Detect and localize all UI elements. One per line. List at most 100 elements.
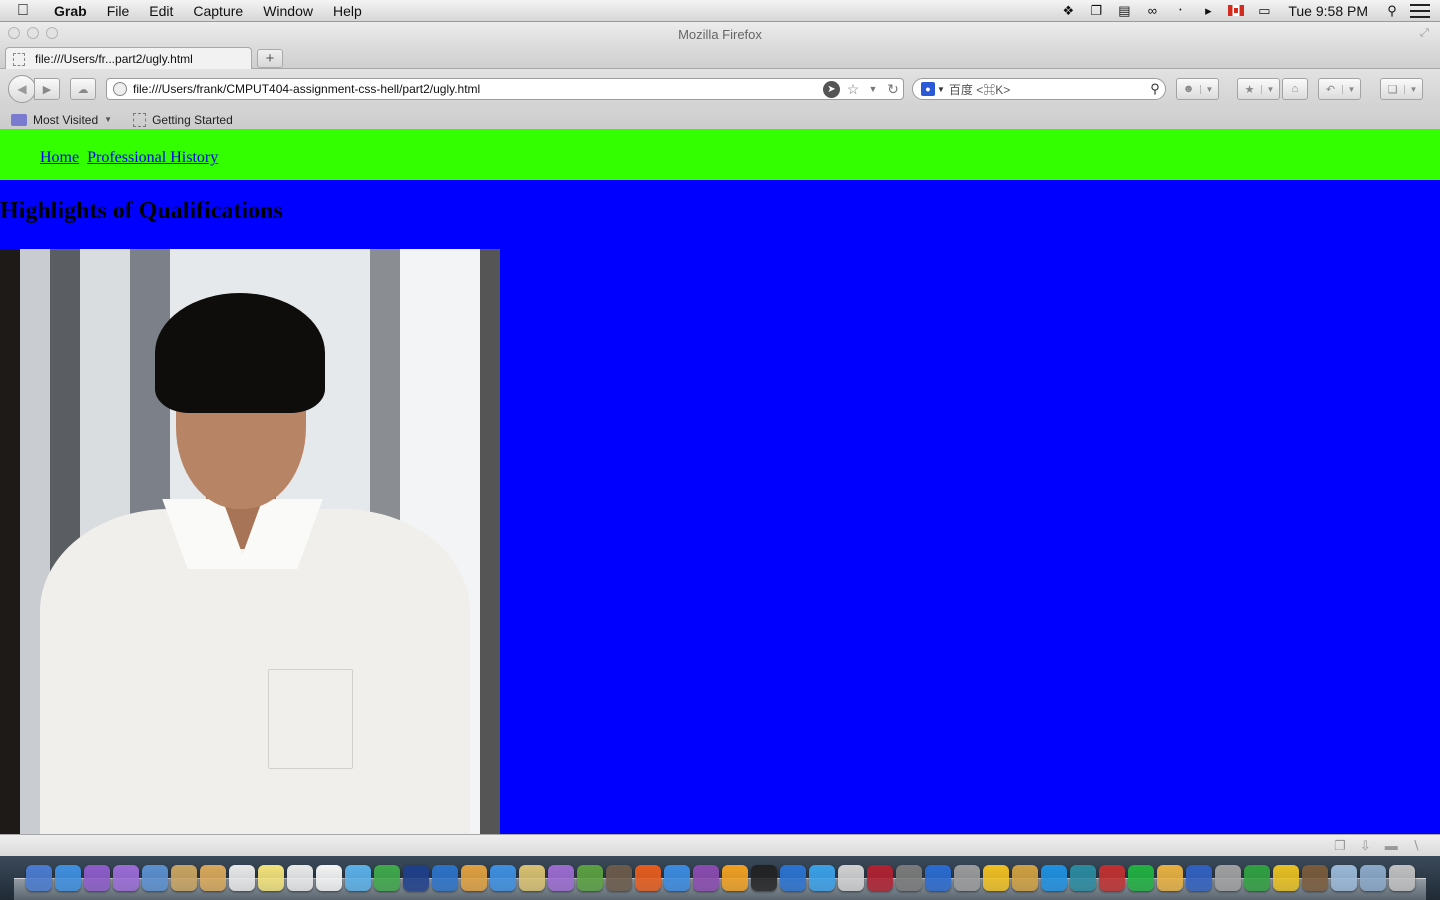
dock-app-icon[interactable] <box>1360 865 1386 891</box>
resize-grip-icon[interactable]: ∖ <box>1412 838 1420 854</box>
dock-app-icon[interactable] <box>258 865 284 891</box>
home-icon[interactable]: ⌂ <box>1282 78 1308 100</box>
download-icon[interactable]: ⇩ <box>1360 838 1371 854</box>
dock-app-icon[interactable] <box>519 865 545 891</box>
go-arrow-icon[interactable]: ➤ <box>823 80 840 98</box>
dock-app-icon[interactable] <box>1389 865 1415 891</box>
addon-button[interactable]: ☻ ▼ <box>1176 78 1219 100</box>
bookmarks-dropdown-icon[interactable]: ▼ <box>1261 84 1279 94</box>
window-copy-icon[interactable]: ❐ <box>1085 0 1107 22</box>
undo-close-button[interactable]: ↶ ▼ <box>1318 78 1361 100</box>
url-input[interactable]: file:///Users/frank/CMPUT404-assignment-… <box>133 82 823 96</box>
dock-app-icon[interactable] <box>26 865 52 891</box>
dock-app-icon[interactable] <box>925 865 951 891</box>
page-viewport[interactable]: Home Professional History Highlights of … <box>0 129 1440 834</box>
battery-icon[interactable]: ▭ <box>1253 0 1275 22</box>
zoom-window-button[interactable] <box>46 27 58 39</box>
bookmarks-menu-button[interactable]: ★ ▼ <box>1237 78 1280 100</box>
tab-active[interactable]: file:///Users/fr...part2/ugly.html <box>5 47 252 70</box>
search-magnifier-icon[interactable]: ⚲ <box>1145 81 1165 97</box>
menu-edit[interactable]: Edit <box>139 3 183 19</box>
dock-app-icon[interactable] <box>1331 865 1357 891</box>
dock-app-icon[interactable] <box>229 865 255 891</box>
dock-app-icon[interactable] <box>200 865 226 891</box>
dock-app-icon[interactable] <box>374 865 400 891</box>
forward-button[interactable]: ▶ <box>34 78 60 100</box>
share-icon[interactable]: ☁ <box>70 78 96 100</box>
dock-app-icon[interactable] <box>867 865 893 891</box>
search-bar[interactable]: ● ▼ 百度 <⌘K> ⚲ <box>912 78 1166 100</box>
nav-link-home[interactable]: Home <box>40 149 79 166</box>
bookmark-star-icon[interactable]: ☆ <box>843 81 863 98</box>
dock-app-icon[interactable] <box>345 865 371 891</box>
menu-window[interactable]: Window <box>253 3 323 19</box>
dock-app-icon[interactable] <box>1070 865 1096 891</box>
reload-icon[interactable]: ↻ <box>883 81 903 98</box>
dropbox-icon[interactable]: ❖ <box>1057 0 1079 22</box>
bookmark-getting-started[interactable]: Getting Started <box>123 112 233 127</box>
dock-app-icon[interactable] <box>142 865 168 891</box>
dock-app-icon[interactable] <box>1041 865 1067 891</box>
dock-app-icon[interactable] <box>403 865 429 891</box>
dock-app-icon[interactable] <box>896 865 922 891</box>
extension-button[interactable]: ❏ ▼ <box>1380 78 1423 100</box>
dock-app-icon[interactable] <box>1273 865 1299 891</box>
new-tab-button[interactable]: + <box>257 49 283 68</box>
dock-app-icon[interactable] <box>809 865 835 891</box>
tab-group-icon[interactable]: ❐ <box>1334 838 1346 854</box>
mask-icon[interactable]: ▬ <box>1385 838 1398 853</box>
notification-center-icon[interactable] <box>1410 3 1430 18</box>
bluetooth-icon[interactable]: ᛫ <box>1169 0 1191 22</box>
dock-app-icon[interactable] <box>316 865 342 891</box>
search-engine-icon[interactable]: ● <box>921 82 935 96</box>
url-history-dropdown-icon[interactable]: ▼ <box>863 84 883 94</box>
dock-app-icon[interactable] <box>171 865 197 891</box>
dock-app-icon[interactable] <box>693 865 719 891</box>
dock-app-icon[interactable] <box>113 865 139 891</box>
dock-app-icon[interactable] <box>1186 865 1212 891</box>
back-button[interactable]: ◀ <box>8 75 36 103</box>
menu-app-name[interactable]: Grab <box>46 3 97 19</box>
dock-app-icon[interactable] <box>1012 865 1038 891</box>
nav-link-professional-history[interactable]: Professional History <box>87 149 218 166</box>
dock-app-icon[interactable] <box>287 865 313 891</box>
dock-app-icon[interactable] <box>432 865 458 891</box>
dock-app-icon[interactable] <box>461 865 487 891</box>
dock-app-icon[interactable] <box>635 865 661 891</box>
wifi-sync-icon[interactable]: ∞ <box>1141 0 1163 22</box>
search-input[interactable]: 百度 <⌘K> <box>949 81 1145 98</box>
addon-dropdown-icon[interactable]: ▼ <box>1200 84 1218 94</box>
site-identity-icon[interactable] <box>113 82 127 96</box>
menu-help[interactable]: Help <box>323 3 372 19</box>
minimize-window-button[interactable] <box>27 27 39 39</box>
dock-app-icon[interactable] <box>664 865 690 891</box>
dock-app-icon[interactable] <box>1128 865 1154 891</box>
dock-app-icon[interactable] <box>1302 865 1328 891</box>
dock-app-icon[interactable] <box>490 865 516 891</box>
dock-app-icon[interactable] <box>751 865 777 891</box>
dock-app-icon[interactable] <box>780 865 806 891</box>
dock-app-icon[interactable] <box>84 865 110 891</box>
menu-capture[interactable]: Capture <box>183 3 253 19</box>
dock-app-icon[interactable] <box>55 865 81 891</box>
memory-icon[interactable]: ▤ <box>1113 0 1135 22</box>
spotlight-search-icon[interactable]: ⚲ <box>1381 0 1403 22</box>
menubar-clock[interactable]: Tue 9:58 PM <box>1278 3 1378 19</box>
undo-dropdown-icon[interactable]: ▼ <box>1342 84 1360 94</box>
apple-menu-icon[interactable]:  <box>0 2 46 20</box>
fullscreen-icon[interactable]: ⤢ <box>1420 27 1434 41</box>
dock-app-icon[interactable] <box>577 865 603 891</box>
search-engine-dropdown-icon[interactable]: ▼ <box>937 85 945 94</box>
dock-app-icon[interactable] <box>1099 865 1125 891</box>
url-bar[interactable]: file:///Users/frank/CMPUT404-assignment-… <box>106 78 904 100</box>
bookmark-most-visited[interactable]: Most Visited ▼ <box>11 113 112 127</box>
dock-app-icon[interactable] <box>954 865 980 891</box>
dock-app-icon[interactable] <box>1215 865 1241 891</box>
menu-file[interactable]: File <box>97 3 140 19</box>
dock-app-icon[interactable] <box>838 865 864 891</box>
dock-app-icon[interactable] <box>606 865 632 891</box>
dock-app-icon[interactable] <box>1244 865 1270 891</box>
close-window-button[interactable] <box>8 27 20 39</box>
extension-dropdown-icon[interactable]: ▼ <box>1404 84 1422 94</box>
dock-app-icon[interactable] <box>1157 865 1183 891</box>
